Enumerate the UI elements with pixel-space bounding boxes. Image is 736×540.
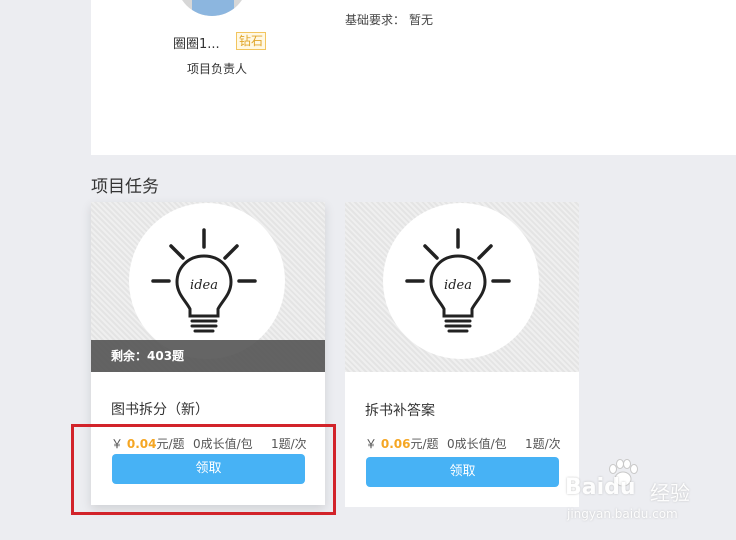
avatar-image xyxy=(192,0,234,16)
baidu-jingyan-watermark: Baidu 经验 jingyan.baidu.com xyxy=(565,459,715,525)
watermark-url: jingyan.baidu.com xyxy=(567,507,678,521)
task-card-image: idea xyxy=(345,202,579,372)
section-title: 项目任务 xyxy=(91,177,159,197)
task-card[interactable]: idea 拆书补答案 ￥ 0.06元/题 0成长值/包 1题/次 领取 xyxy=(345,202,579,507)
lightbulb-idea-icon: idea xyxy=(405,228,511,333)
owner-role: 项目负责人 xyxy=(187,62,248,76)
growth-value: 0成长值/包 xyxy=(447,437,507,451)
svg-text:idea: idea xyxy=(190,278,218,293)
price-unit: 元/题 xyxy=(410,437,439,451)
requirements-label: 基础要求： xyxy=(345,13,406,27)
task-card-image: idea 剩余：403题 xyxy=(91,202,325,372)
bulb-circle: idea xyxy=(383,203,539,359)
watermark-logo-a: Bai xyxy=(565,475,605,500)
lightbulb-idea-icon: idea xyxy=(151,228,257,333)
svg-text:idea: idea xyxy=(444,278,472,293)
diamond-badge: 钻石 xyxy=(236,32,267,50)
claim-limit: 1题/次 xyxy=(525,437,561,451)
task-title[interactable]: 图书拆分（新） xyxy=(111,399,209,419)
task-price: 0.06 xyxy=(380,437,411,451)
annotation-highlight-box xyxy=(71,424,336,515)
owner-name[interactable]: 圈圈1... xyxy=(173,33,220,52)
watermark-logo: Baidu xyxy=(565,475,636,500)
watermark-logo-b: du xyxy=(604,475,636,500)
currency-symbol: ￥ xyxy=(365,437,378,451)
project-info-panel: 圈圈1... 钻石 项目负责人 基础要求： 暂无 xyxy=(91,0,736,155)
bulb-circle: idea xyxy=(129,203,285,359)
watermark-brand: 经验 xyxy=(650,481,690,505)
task-title[interactable]: 拆书补答案 xyxy=(365,400,435,420)
requirements-value: 暂无 xyxy=(409,13,434,27)
owner-avatar[interactable] xyxy=(176,0,248,16)
remaining-count: 剩余：403题 xyxy=(91,340,325,372)
task-meta: ￥ 0.06元/题 0成长值/包 1题/次 xyxy=(365,435,565,452)
claim-button[interactable]: 领取 xyxy=(366,457,559,487)
